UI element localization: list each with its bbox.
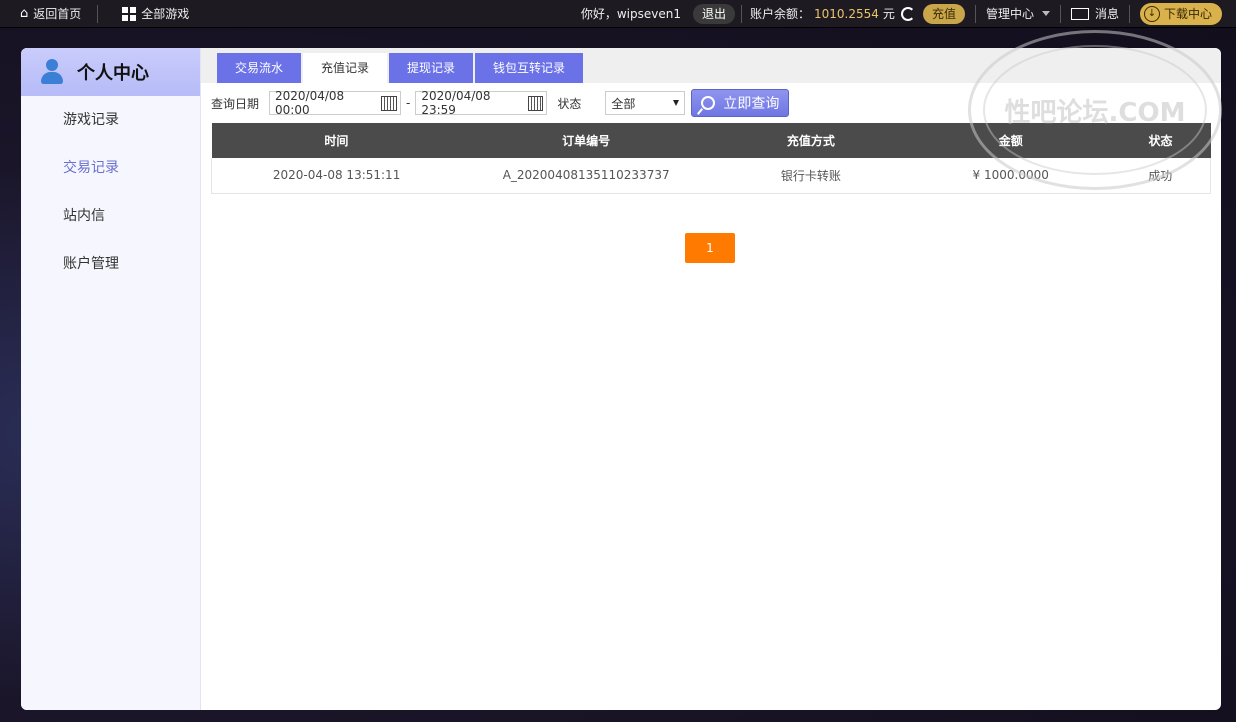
home-icon: ⌂ <box>20 6 29 21</box>
tab-transactions[interactable]: 交易流水 <box>217 53 302 83</box>
tab-recharge-records[interactable]: 充值记录 <box>303 53 388 83</box>
start-date-field[interactable]: 2020/04/08 00:00 <box>269 89 402 117</box>
search-button-label: 立即查询 <box>723 96 780 112</box>
end-date-field[interactable]: 2020/04/08 23:59 <box>415 89 548 117</box>
tab-wallet-transfer[interactable]: 钱包互转记录 <box>475 53 584 83</box>
sidebar-item-inbox[interactable]: 站内信 <box>21 192 200 240</box>
cell-time: 2020-04-08 13:51:11 <box>211 158 462 194</box>
chevron-down-icon <box>1041 11 1050 16</box>
page-button[interactable]: 1 <box>685 233 735 263</box>
sidebar-title: 个人中心 <box>77 63 149 84</box>
start-date-value: 2020/04/08 00:00 <box>275 89 345 117</box>
sidebar-item-transaction-records[interactable]: 交易记录 <box>21 144 200 192</box>
cell-status: 成功 <box>1110 158 1211 194</box>
sidebar: 个人中心 游戏记录 交易记录 站内信 账户管理 <box>21 48 201 710</box>
table-row: 2020-04-08 13:51:11 A_202004081351102337… <box>211 158 1211 194</box>
content-area: 交易流水 充值记录 提现记录 钱包互转记录 查询日期 2020/04/08 00… <box>201 48 1221 710</box>
column-header-status: 状态 <box>1110 123 1211 158</box>
tab-withdraw-records[interactable]: 提现记录 <box>389 53 474 83</box>
messages-label: 消息 <box>1094 7 1119 21</box>
manage-center-menu[interactable]: 管理中心 <box>976 0 1060 28</box>
status-select-value: 全部 <box>611 96 636 111</box>
logout-button[interactable]: 退出 <box>692 3 735 24</box>
records-table: 时间 订单编号 充值方式 金额 状态 2020-04-08 13:51:11 A… <box>211 123 1211 194</box>
refresh-icon[interactable] <box>900 6 915 21</box>
column-header-amount: 金额 <box>910 123 1111 158</box>
balance: 账户余额： 1010.2554 元 充值 <box>742 0 969 28</box>
home-link-label: 返回首页 <box>33 7 82 21</box>
calendar-icon[interactable] <box>527 95 544 111</box>
home-link[interactable]: ⌂ 返回首页 <box>0 0 91 28</box>
sidebar-item-account[interactable]: 账户管理 <box>21 240 200 288</box>
cell-method: 银行卡转账 <box>711 158 911 194</box>
chevron-down-icon <box>673 100 680 106</box>
recharge-button[interactable]: 充值 <box>922 3 965 24</box>
greeting: 你好，wipseven1 <box>571 0 687 28</box>
all-games-label: 全部游戏 <box>141 7 190 21</box>
cell-amount: ¥ 1000.0000 <box>910 158 1111 194</box>
greeting-text: 你好，wipseven1 <box>580 7 681 21</box>
tab-bar: 交易流水 充值记录 提现记录 钱包互转记录 <box>201 48 1221 83</box>
cell-order-id: A_20200408135110233737 <box>461 158 712 194</box>
calendar-icon[interactable] <box>381 95 398 111</box>
top-bar: ⌂ 返回首页 全部游戏 你好，wipseven1 退出 账户余额： 1010.2… <box>0 0 1236 28</box>
download-center-label: 下载中心 <box>1163 7 1212 21</box>
date-label: 查询日期 <box>211 96 260 111</box>
user-icon <box>39 57 65 87</box>
manage-center-label: 管理中心 <box>985 7 1034 21</box>
balance-value: 1010.2554 <box>814 6 879 21</box>
table-header-row: 时间 订单编号 充值方式 金额 状态 <box>211 123 1211 158</box>
column-header-time: 时间 <box>211 123 462 158</box>
sidebar-header: 个人中心 <box>21 48 200 96</box>
messages-link[interactable]: 消息 <box>1061 0 1129 28</box>
search-button[interactable]: 立即查询 <box>691 89 790 117</box>
download-center-button[interactable]: ↓ 下载中心 <box>1139 2 1222 25</box>
main-panel: 个人中心 游戏记录 交易记录 站内信 账户管理 交易流水 充值记录 提现记录 钱… <box>21 48 1221 710</box>
balance-unit: 元 <box>882 7 895 21</box>
date-separator: - <box>406 96 411 110</box>
status-select[interactable]: 全部 <box>605 91 686 115</box>
end-date-value: 2020/04/08 23:59 <box>421 89 491 117</box>
all-games-link[interactable]: 全部游戏 <box>98 0 199 28</box>
download-icon: ↓ <box>1143 5 1160 22</box>
sidebar-item-game-records[interactable]: 游戏记录 <box>21 96 200 144</box>
status-label: 状态 <box>557 96 582 111</box>
grid-icon <box>122 6 137 21</box>
search-icon <box>701 96 716 110</box>
filter-bar: 查询日期 2020/04/08 00:00 - 2020/04/08 23:59… <box>201 83 1221 123</box>
mail-icon <box>1070 7 1089 20</box>
column-header-order-id: 订单编号 <box>461 123 712 158</box>
balance-label: 账户余额： <box>750 7 811 21</box>
column-header-method: 充值方式 <box>711 123 911 158</box>
